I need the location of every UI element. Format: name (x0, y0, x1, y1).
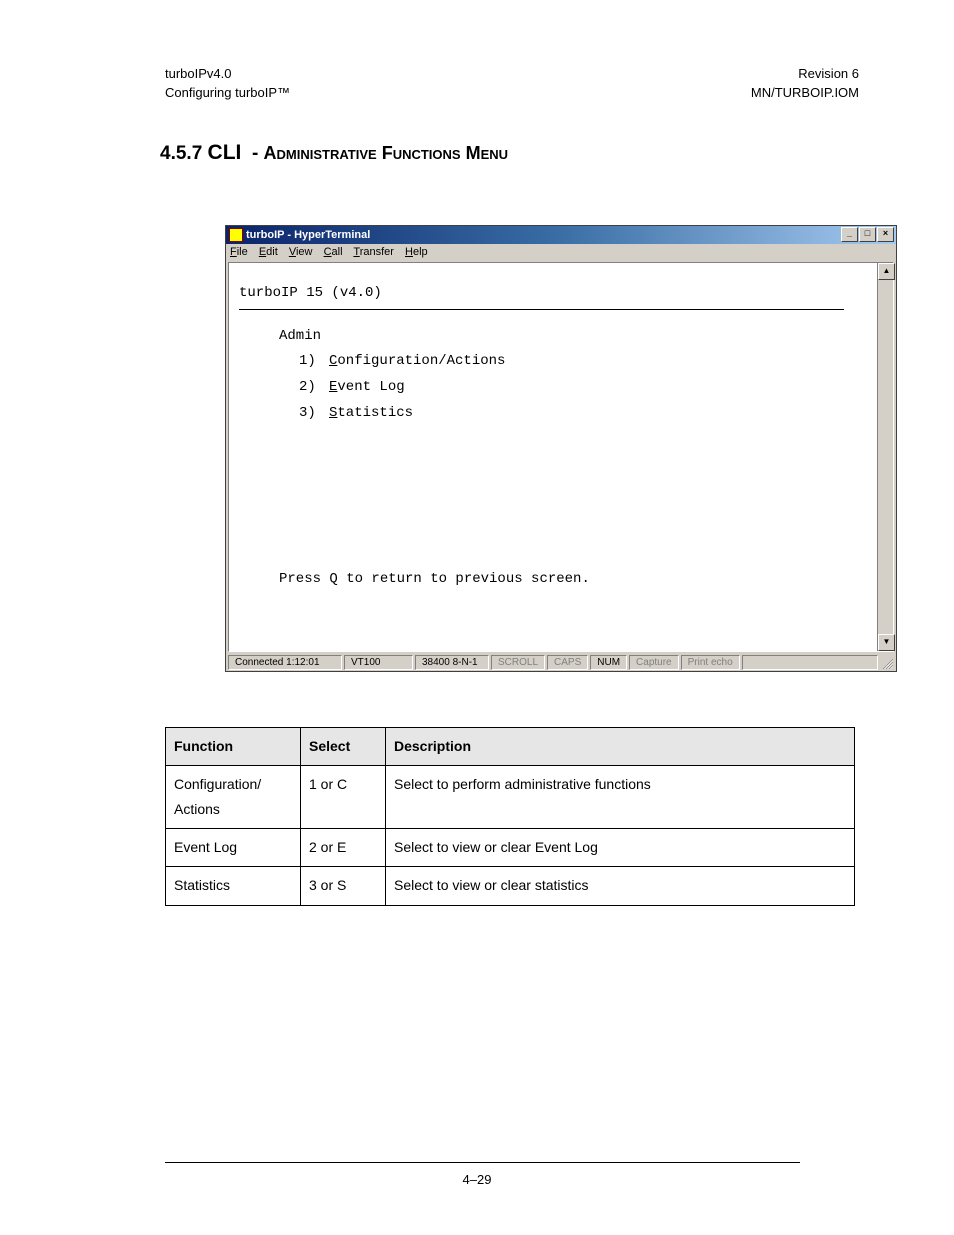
menu-file[interactable]: File (230, 246, 248, 258)
cell-desc: Select to view or clear statistics (386, 867, 855, 905)
cell-func: Statistics (166, 867, 301, 905)
scroll-up-button[interactable]: ▲ (878, 263, 895, 280)
table-row: Statistics 3 or S Select to view or clea… (166, 867, 855, 905)
cell-desc: Select to perform administrative functio… (386, 765, 855, 828)
menu-call[interactable]: Call (324, 246, 343, 258)
hyperterminal-window: turboIP - HyperTerminal _ □ × File Edit … (225, 225, 897, 672)
app-icon (229, 228, 243, 242)
status-conn: 38400 8-N-1 (415, 655, 489, 670)
page-number: 4–29 (0, 1172, 954, 1187)
menu-edit[interactable]: Edit (259, 246, 278, 258)
status-scroll: SCROLL (491, 655, 545, 670)
th-description: Description (386, 727, 855, 765)
section-rest: Administrative Functions Menu (264, 143, 508, 163)
status-capture: Capture (629, 655, 679, 670)
terminal-area[interactable]: turboIP 15 (v4.0) Admin 1)Configuration/… (229, 263, 877, 651)
resize-grip[interactable] (880, 655, 894, 670)
page-header: turboIPv4.0 Configuring turboIP™ Revisio… (95, 65, 859, 103)
menu-item-3: 3)Statistics (239, 401, 867, 427)
status-printecho: Print echo (681, 655, 740, 670)
minimize-button[interactable]: _ (841, 227, 858, 242)
hdr-left-1: turboIPv4.0 (165, 66, 232, 81)
menu-help[interactable]: Help (405, 246, 428, 258)
function-table: Function Select Description Configuratio… (165, 727, 855, 906)
menu-item-2: 2)Event Log (239, 375, 867, 401)
cell-desc: Select to view or clear Event Log (386, 829, 855, 867)
section-cli: CLI (208, 141, 242, 164)
section-title: 4.5.7 CLI - Administrative Functions Men… (95, 141, 859, 165)
statusbar: Connected 1:12:01 VT100 38400 8-N-1 SCRO… (226, 654, 896, 671)
cell-func: Configuration/ Actions (166, 765, 301, 828)
footer-rule (165, 1162, 800, 1163)
titlebar[interactable]: turboIP - HyperTerminal _ □ × (226, 226, 896, 244)
close-button[interactable]: × (877, 227, 894, 242)
terminal-heading: Admin (239, 324, 867, 350)
status-filler (742, 655, 878, 670)
status-emulation: VT100 (344, 655, 413, 670)
maximize-button[interactable]: □ (859, 227, 876, 242)
table-row: Configuration/ Actions 1 or C Select to … (166, 765, 855, 828)
menu-item-1: 1)Configuration/Actions (239, 349, 867, 375)
section-dash: - (252, 143, 258, 164)
menu-transfer[interactable]: Transfer (353, 246, 394, 258)
cell-func: Event Log (166, 829, 301, 867)
scroll-down-button[interactable]: ▼ (878, 634, 895, 651)
menu-view[interactable]: View (289, 246, 313, 258)
cell-select: 2 or E (301, 829, 386, 867)
status-caps: CAPS (547, 655, 588, 670)
cell-select: 3 or S (301, 867, 386, 905)
status-connected: Connected 1:12:01 (228, 655, 342, 670)
hdr-right-1: Revision 6 (798, 66, 859, 81)
status-num: NUM (590, 655, 627, 670)
th-function: Function (166, 727, 301, 765)
window-title: turboIP - HyperTerminal (246, 229, 370, 241)
cell-select: 1 or C (301, 765, 386, 828)
hdr-right-2: MN/TURBOIP.IOM (751, 85, 859, 100)
scrollbar[interactable]: ▲ ▼ (877, 263, 893, 651)
th-select: Select (301, 727, 386, 765)
table-row: Event Log 2 or E Select to view or clear… (166, 829, 855, 867)
hdr-left-2: Configuring turboIP™ (165, 85, 290, 100)
menubar: File Edit View Call Transfer Help (226, 244, 896, 260)
terminal-title: turboIP 15 (v4.0) (239, 281, 844, 310)
terminal-footer: Press Q to return to previous screen. (239, 567, 867, 593)
section-number: 4.5.7 (160, 143, 202, 164)
